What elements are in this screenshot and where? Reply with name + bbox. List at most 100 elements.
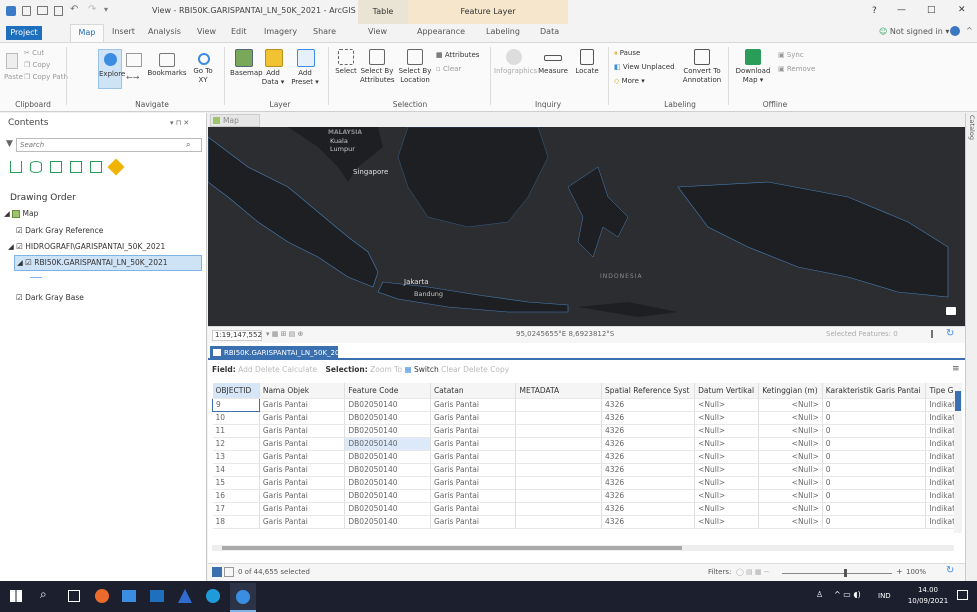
table-row[interactable]: 15 Garis Pantai DB02050140 Garis Pantai 4326… [212,476,954,490]
select-by-attributes-button[interactable]: Select By Attributes [360,49,395,85]
arcgis-pro-taskbar-button[interactable] [230,583,256,612]
switch-selection-button[interactable]: ▦ Switch [404,365,438,374]
filter-icon[interactable]: ▼ [6,139,13,149]
table-cell[interactable]: DB02050140 [344,437,431,451]
table-cell[interactable]: DB02050140 [344,424,431,438]
table-cell[interactable]: 0 [822,476,927,490]
table-cell[interactable]: 14 [212,463,260,477]
table-cell[interactable]: Garis Pantai [259,450,346,464]
column-header[interactable]: OBJECTID [212,383,260,399]
table-cell[interactable]: 17 [212,502,260,516]
table-cell[interactable]: Indikatif [925,463,954,477]
table-cell[interactable]: <Null> [758,476,823,490]
delete-rows-button[interactable]: Delete [463,365,488,374]
filter-icons[interactable]: ◯ ▤ ▦ − [736,568,770,576]
more-labeling-button[interactable]: ◇ More ▾ [614,77,645,85]
table-cell[interactable] [515,437,603,451]
remove-button[interactable]: ▣ Remove [778,65,815,73]
layer-group-hidrografi[interactable]: ◢ ☑ HIDROGRAFI\GARISPANTAI_50K_2021 [8,242,165,251]
windows-start-icon[interactable] [10,590,22,602]
minimize-button[interactable]: — [897,5,906,15]
table-cell[interactable]: <Null> [758,502,823,516]
table-row[interactable]: 9 Garis Pantai DB02050140 Garis Pantai 4326 <… [212,397,954,412]
locate-button[interactable]: Locate [572,49,602,76]
table-tab[interactable]: RBI50K.GARISPANTAI_LN_50K_2021 ✕ [210,346,356,360]
download-map-button[interactable]: Download Map ▾ [734,49,772,85]
table-cell[interactable]: 15 [212,476,260,490]
infographics-button[interactable]: Infographics [494,49,537,76]
list-by-drawing-order-icon[interactable] [10,161,22,173]
table-cell[interactable]: <Null> [694,398,760,412]
zoom-in-icon[interactable]: + [896,567,903,576]
list-by-editing-icon[interactable] [70,161,82,173]
tab-analysis[interactable]: Analysis [148,27,181,36]
table-cell[interactable] [515,476,603,490]
list-by-snapping-icon[interactable] [90,161,102,173]
table-cell[interactable]: Indikatif [925,398,954,412]
layer-dark-gray-reference[interactable]: ☑ Dark Gray Reference [16,226,103,235]
table-row[interactable]: 13 Garis Pantai DB02050140 Garis Pantai 4326… [212,450,954,464]
table-cell[interactable]: <Null> [758,424,823,438]
tab-insert[interactable]: Insert [112,27,135,36]
table-cell[interactable]: <Null> [758,398,823,412]
table-cell[interactable]: 13 [212,450,260,464]
table-cell[interactable]: DB02050140 [344,450,431,464]
nav-arrows-icon[interactable]: ←→ [126,73,139,82]
table-row[interactable]: 12 Garis Pantai DB02050140 Garis Pantai 4326… [212,437,954,451]
go-to-xy-button[interactable]: Go To XY [192,53,216,85]
calculate-field-button[interactable]: Calculate [282,365,317,374]
quick-access-menu-icon[interactable]: ▾ [104,5,108,14]
table-cell[interactable]: Garis Pantai [430,450,517,464]
vertical-scrollbar[interactable] [954,383,962,533]
table-cell[interactable]: 0 [822,398,927,412]
table-cell[interactable]: <Null> [694,437,760,451]
table-cell[interactable]: 12 [212,437,260,451]
table-cell[interactable]: Garis Pantai [430,502,517,516]
table-cell[interactable]: 0 [822,424,927,438]
table-cell[interactable] [515,398,603,412]
horizontal-scrollbar[interactable] [212,545,954,551]
show-all-records-icon[interactable] [212,567,222,577]
notifications-icon[interactable] [957,590,968,600]
add-preset-button[interactable]: Add Preset ▾ [290,49,322,87]
tab-map[interactable]: Map [70,24,104,42]
table-row[interactable]: 14 Garis Pantai DB02050140 Garis Pantai 4326… [212,463,954,477]
list-by-selection-icon[interactable] [50,161,62,173]
table-cell[interactable] [515,502,603,516]
open-project-icon[interactable] [37,6,48,15]
add-field-button[interactable]: Add [238,365,253,374]
clear-selection-table-button[interactable]: Clear [441,365,461,374]
clear-selection-button[interactable]: ▫ Clear [436,65,461,73]
table-cell[interactable]: Garis Pantai [259,463,346,477]
column-header[interactable]: METADATA [515,383,603,399]
cut-button[interactable]: ✂ Cut [24,49,44,57]
table-cell[interactable]: 16 [212,489,260,503]
help-button[interactable]: ? [872,6,877,16]
table-cell[interactable]: 0 [822,450,927,464]
table-cell[interactable]: 4326 [601,398,696,412]
photos-app-icon[interactable] [178,589,192,603]
layer-dark-gray-base[interactable]: ☑ Dark Gray Base [16,293,84,302]
table-cell[interactable]: <Null> [694,476,760,490]
table-cell[interactable]: Indikatif [925,450,954,464]
table-cell[interactable] [515,450,603,464]
clock-date[interactable]: 10/09/2021 [905,597,951,605]
table-cell[interactable]: Garis Pantai [259,437,346,451]
copy-button[interactable]: ❐ Copy [24,61,50,69]
table-row[interactable]: 16 Garis Pantai DB02050140 Garis Pantai 4326… [212,489,954,503]
close-button[interactable]: ✕ [958,5,966,15]
layer-rbi50k-garispantai[interactable]: ◢ ☑ RBI50K.GARISPANTAI_LN_50K_2021 [14,255,202,271]
column-header[interactable]: Datum Vertikal [694,383,760,399]
table-cell[interactable]: <Null> [694,463,760,477]
table-cell[interactable]: <Null> [694,515,760,529]
tab-imagery[interactable]: Imagery [264,27,297,36]
table-cell[interactable] [515,515,603,529]
scale-input[interactable]: 1:19,147,552 [212,330,262,341]
tab-share[interactable]: Share [313,27,336,36]
sync-button[interactable]: ▣ Sync [778,51,804,59]
paste-icon[interactable] [6,53,18,69]
scrollbar-thumb[interactable] [955,391,961,411]
map-view[interactable]: Map MALAYSIA Kuala Lumpur Singapore Jaka… [208,113,965,343]
table-cell[interactable] [515,463,603,477]
table-cell[interactable]: Garis Pantai [259,515,346,529]
